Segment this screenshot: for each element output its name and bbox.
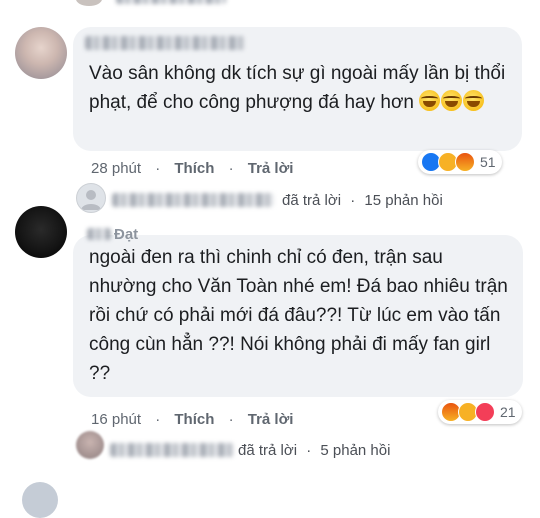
comment1-time[interactable]: 28 phút	[91, 160, 141, 177]
comment2-like-button[interactable]: Thích	[174, 411, 214, 428]
avatar-cropped-top	[76, 0, 102, 6]
laughing-tears-emoji	[441, 90, 463, 111]
reply-count: 15 phản hồi	[364, 192, 443, 209]
replied-label: đã trả lời	[238, 442, 298, 459]
separator-dot: ·	[155, 411, 161, 428]
comment1-author-name[interactable]	[85, 36, 245, 50]
comment2-reply-avatar[interactable]	[76, 431, 104, 459]
replied-label: đã trả lời	[282, 192, 342, 209]
comment2-reactions[interactable]: 21	[438, 400, 522, 424]
angry-reaction-icon	[455, 152, 475, 172]
comment2-actions: 16 phút · Thích · Trả lời	[91, 411, 293, 428]
comment2-reply-button[interactable]: Trả lời	[248, 411, 294, 428]
comment2-text: ngoài đen ra thì chinh chỉ có đen, trận …	[89, 247, 508, 384]
comment1-bubble: Vào sân không dk tích sự gì ngoài mấy lầ…	[73, 27, 522, 151]
comment2-bubble: Đạt ngoài đen ra thì chinh chỉ có đen, t…	[73, 226, 523, 397]
laughing-tears-emoji	[419, 90, 441, 111]
comment1-reply-summary[interactable]: đã trả lời · 15 phản hồi	[282, 192, 443, 209]
comment1-reply-button[interactable]: Trả lời	[248, 160, 294, 177]
comment1-avatar[interactable]	[15, 27, 67, 79]
comment2-author-name[interactable]: Đạt	[87, 223, 138, 245]
comment2-author-blurred	[87, 228, 111, 240]
comment2-avatar[interactable]	[15, 206, 67, 258]
comment1-reactions[interactable]: 51	[418, 150, 502, 174]
default-user-icon	[81, 190, 101, 210]
separator-dot: ·	[155, 160, 161, 177]
separator-dot: ·	[350, 192, 356, 209]
comment1-reaction-count: 51	[480, 154, 496, 170]
separator-dot: ·	[228, 411, 234, 428]
laughing-emoji-group	[419, 90, 485, 113]
separator-dot: ·	[228, 160, 234, 177]
blurred-name-top	[116, 0, 226, 4]
comment1-like-button[interactable]: Thích	[174, 160, 214, 177]
love-reaction-icon	[475, 402, 495, 422]
avatar-cropped-bottom	[22, 482, 58, 518]
laughing-tears-emoji	[463, 90, 485, 111]
comment1-reply-avatar[interactable]	[76, 183, 106, 213]
comment2-time[interactable]: 16 phút	[91, 411, 141, 428]
separator-dot: ·	[306, 442, 312, 459]
comment1-actions: 28 phút · Thích · Trả lời	[91, 160, 293, 177]
comment2-reply-summary[interactable]: đã trả lời · 5 phản hồi	[238, 442, 390, 459]
comment1-reply-names-blurred[interactable]	[112, 193, 274, 207]
comment2-reply-names-blurred[interactable]	[110, 443, 234, 457]
comment2-reaction-count: 21	[500, 404, 516, 420]
reply-count: 5 phản hồi	[320, 442, 391, 459]
comment1-text: Vào sân không dk tích sự gì ngoài mấy lầ…	[89, 63, 506, 113]
